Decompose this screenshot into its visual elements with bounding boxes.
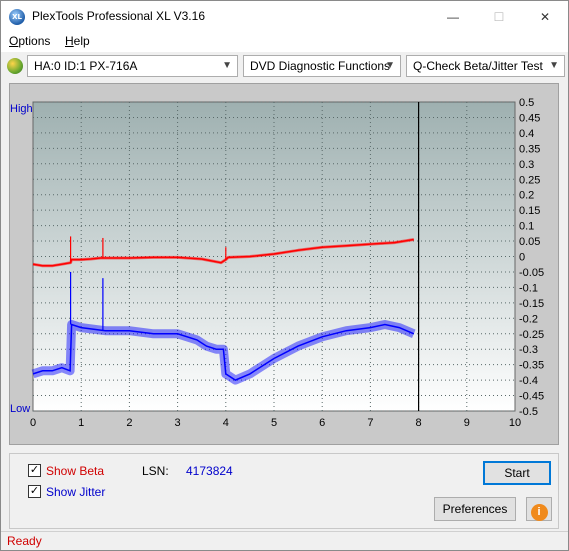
y-tick-label: 0.35: [519, 143, 540, 155]
chevron-down-icon: ▼: [222, 60, 232, 71]
menu-help[interactable]: Help: [65, 34, 90, 48]
drive-select[interactable]: HA:0 ID:1 PX-716A ▼: [27, 55, 238, 77]
y-tick-label: -0.25: [519, 329, 544, 341]
y-tick-label: -0.1: [519, 282, 538, 294]
drive-select-value: HA:0 ID:1 PX-716A: [34, 59, 138, 73]
lsn-value: 4173824: [186, 464, 233, 478]
test-select[interactable]: Q-Check Beta/Jitter Test ▼: [406, 55, 565, 77]
maximize-button[interactable]: ☐: [476, 1, 522, 32]
x-tick-label: 2: [126, 417, 132, 429]
y-tick-label: -0.4: [519, 375, 538, 387]
title-bar: XL PlexTools Professional XL V3.16 — ☐ ✕: [1, 1, 568, 32]
y-tick-label: -0.5: [519, 406, 538, 418]
drive-icon: [7, 58, 23, 74]
x-tick-label: 3: [175, 417, 181, 429]
test-select-value: Q-Check Beta/Jitter Test: [413, 59, 543, 73]
y-tick-label: 0.25: [519, 174, 540, 186]
minimize-button[interactable]: —: [430, 1, 476, 32]
y-tick-label: 0.4: [519, 128, 534, 140]
toolbar: HA:0 ID:1 PX-716A ▼ DVD Diagnostic Funct…: [1, 53, 568, 81]
x-tick-label: 9: [464, 417, 470, 429]
y-tick-label: -0.15: [519, 298, 544, 310]
x-tick-label: 1: [78, 417, 84, 429]
y-tick-label: -0.2: [519, 313, 538, 325]
x-tick-label: 0: [30, 417, 36, 429]
info-icon: i: [530, 504, 548, 521]
y-tick-label: 0.1: [519, 221, 534, 233]
app-window: XL PlexTools Professional XL V3.16 — ☐ ✕…: [0, 0, 569, 551]
beta-jitter-chart: High Low 0 1 2 3 4 5 6 7 8 9 10 0.5 0.45 0.4 0.35 0.3 0…: [10, 97, 544, 429]
x-tick-label: 4: [223, 417, 229, 429]
options-panel: ✓ Show Beta ✓ Show Jitter LSN: 4173824 S…: [9, 453, 559, 529]
show-jitter-label[interactable]: Show Jitter: [46, 485, 105, 499]
y-tick-label: -0.3: [519, 344, 538, 356]
function-select[interactable]: DVD Diagnostic Functions ▼: [243, 55, 401, 77]
menu-options[interactable]: Options: [9, 34, 50, 48]
close-button[interactable]: ✕: [522, 1, 568, 32]
x-tick-label: 5: [271, 417, 277, 429]
maximize-icon: ☐: [493, 9, 505, 24]
minimize-icon: —: [447, 9, 459, 24]
menu-bar: Options Help: [1, 32, 568, 52]
x-tick-label: 6: [319, 417, 325, 429]
chevron-down-icon: ▼: [385, 60, 395, 71]
start-button[interactable]: Start: [483, 461, 551, 485]
window-title: PlexTools Professional XL V3.16: [32, 9, 205, 23]
y-tick-label: -0.35: [519, 360, 544, 372]
show-beta-label[interactable]: Show Beta: [46, 464, 104, 478]
x-tick-label: 8: [416, 417, 422, 429]
y-tick-label: 0.5: [519, 97, 534, 109]
show-jitter-checkbox[interactable]: ✓: [28, 485, 41, 498]
preferences-button[interactable]: Preferences: [434, 497, 516, 521]
high-label: High: [10, 103, 33, 115]
y-tick-label: 0.15: [519, 205, 540, 217]
y-tick-label: 0.3: [519, 159, 534, 171]
app-icon: XL: [9, 9, 25, 25]
function-select-value: DVD Diagnostic Functions: [250, 59, 391, 73]
y-tick-label: 0.2: [519, 190, 534, 202]
y-tick-label: 0.45: [519, 112, 540, 124]
info-button[interactable]: i: [526, 497, 552, 521]
status-text: Ready: [7, 534, 42, 548]
x-tick-label: 10: [509, 417, 521, 429]
y-tick-label: -0.45: [519, 391, 544, 403]
show-beta-checkbox[interactable]: ✓: [28, 464, 41, 477]
lsn-label: LSN:: [142, 464, 169, 478]
y-tick-label: -0.05: [519, 267, 544, 279]
y-tick-label: 0: [519, 252, 525, 264]
x-tick-label: 7: [367, 417, 373, 429]
close-icon: ✕: [539, 9, 551, 24]
status-bar: Ready: [1, 531, 568, 550]
low-label: Low: [10, 403, 30, 415]
chevron-down-icon: ▼: [549, 60, 559, 71]
y-tick-label: 0.05: [519, 236, 540, 248]
chart-panel: High Low 0 1 2 3 4 5 6 7 8 9 10 0.5 0.45 0.4 0.35 0.3 0…: [9, 83, 559, 445]
